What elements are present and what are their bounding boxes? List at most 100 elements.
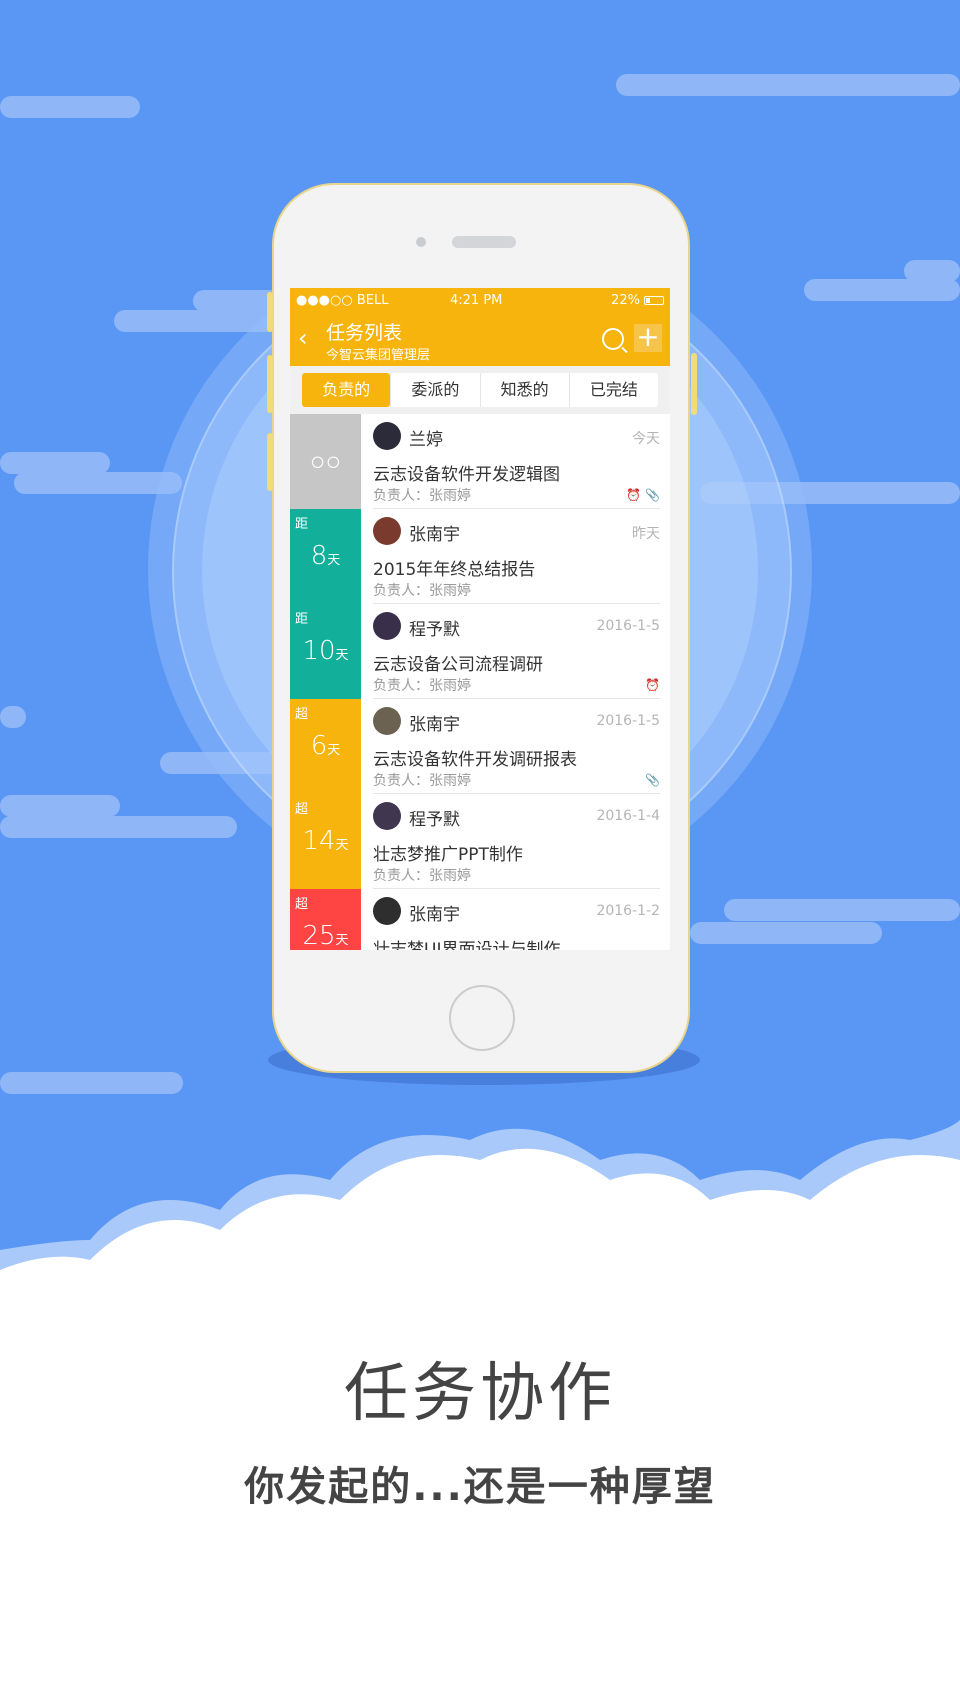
phone-side-button	[267, 355, 273, 413]
avatar	[373, 897, 401, 925]
back-icon[interactable]: ‹	[298, 326, 308, 350]
battery-percent: 22%	[611, 293, 640, 308]
tab-1[interactable]: 委派的	[390, 373, 479, 407]
task-body: 张南宇2016-1-2壮志梦UI界面设计与制作负责人：张雨婷	[361, 889, 670, 950]
assigner-name: 兰婷	[409, 430, 443, 450]
badge-value: 10	[302, 636, 336, 666]
tab-2[interactable]: 知悉的	[479, 373, 569, 407]
status-bar: ●●●○○ BELL 4:21 PM 22%	[290, 288, 670, 314]
badge-days: 6天	[290, 731, 361, 761]
task-row[interactable]: 超 6天 张南宇 2016-1-5 云志设备软件开发调研报表 负责人：张雨婷 📎	[290, 699, 670, 794]
assigner-name: 张南宇	[409, 525, 460, 545]
battery-icon	[644, 296, 664, 305]
phone-side-button	[267, 292, 273, 332]
deadline-badge: 距 8天	[290, 509, 361, 604]
cloud-streak	[0, 452, 110, 474]
assigner-name: 程予默	[409, 620, 460, 640]
assigner-name: 张南宇	[409, 905, 460, 925]
task-date: 昨天	[632, 526, 660, 542]
badge-value: 6	[310, 731, 328, 761]
task-body: 程予默 2016-1-5 云志设备公司流程调研负责人：张雨婷 ⏰	[361, 604, 670, 699]
carrier-label: ●●●○○ BELL	[296, 293, 389, 308]
task-owner: 负责人：张雨婷	[373, 678, 471, 694]
clock: 4:21 PM	[450, 293, 503, 308]
speaker	[452, 236, 516, 248]
task-row[interactable]: 距 8天 张南宇 昨天 2015年年终总结报告 负责人：张雨婷	[290, 509, 670, 604]
attachment-alarm-icon: 📎	[645, 773, 660, 787]
cloud-streak	[0, 816, 237, 838]
cloud-streak	[0, 706, 26, 728]
cloud-streak	[0, 795, 120, 817]
add-task-button[interactable]: +	[634, 323, 662, 352]
task-date: 2016-1-5	[596, 713, 660, 729]
deadline-badge: 超 14天	[290, 794, 361, 889]
badge-prefix: 距	[295, 517, 309, 532]
attachment-alarm-icon: ⏰ 📎	[626, 488, 660, 502]
badge-days: 25天	[290, 921, 361, 950]
badge-value: ○○	[309, 447, 342, 477]
task-owner: 负责人：张雨婷	[373, 488, 471, 504]
badge-value: 8	[310, 541, 328, 571]
badge-days: 10天	[290, 636, 361, 666]
deadline-badge: ○○	[290, 414, 361, 509]
badge-prefix: 距	[295, 612, 309, 627]
task-title: 云志设备软件开发调研报表	[373, 750, 577, 770]
search-icon[interactable]	[602, 328, 624, 350]
phone-side-button	[691, 353, 697, 415]
badge-days: ○○	[290, 446, 361, 477]
badge-prefix: 超	[295, 707, 309, 722]
task-row[interactable]: 超25天张南宇2016-1-2壮志梦UI界面设计与制作负责人：张雨婷	[290, 889, 670, 950]
cloud-streak	[724, 899, 960, 921]
task-date: 2016-1-5	[596, 618, 660, 634]
tagline: 你发起的...还是一种厚望	[244, 1464, 716, 1510]
assigner-name: 张南宇	[409, 715, 460, 735]
badge-prefix: 超	[295, 802, 309, 817]
tab-3[interactable]: 已完结	[568, 373, 658, 407]
task-body: 张南宇 昨天 2015年年终总结报告负责人：张雨婷	[361, 509, 670, 604]
task-owner: 负责人：张雨婷	[373, 868, 471, 884]
task-title: 云志设备软件开发逻辑图	[373, 465, 560, 485]
badge-days: 14天	[290, 826, 361, 856]
deadline-badge: 超 25天	[290, 889, 361, 950]
badge-unit: 天	[335, 648, 349, 663]
tab-0[interactable]: 负责的	[302, 373, 391, 407]
app-screen: ●●●○○ BELL 4:21 PM 22% ‹ 任务列表 今智云集团管理层 +…	[290, 288, 670, 950]
cloud-streak	[0, 96, 140, 118]
cloud-streak	[0, 1072, 183, 1094]
attachment-alarm-icon: ⏰	[645, 678, 660, 692]
phone-frame: ●●●○○ BELL 4:21 PM 22% ‹ 任务列表 今智云集团管理层 +…	[267, 183, 697, 1073]
badge-value: 25	[302, 921, 336, 950]
badge-unit: 天	[327, 553, 341, 568]
task-owner: 负责人：张雨婷	[373, 773, 471, 789]
task-title: 壮志梦UI界面设计与制作	[373, 940, 561, 950]
deadline-badge: 超 6天	[290, 699, 361, 794]
page-subtitle: 今智云集团管理层	[326, 348, 431, 363]
task-title: 2015年年终总结报告	[373, 560, 536, 580]
task-title: 云志设备公司流程调研	[373, 655, 543, 675]
badge-days: 8天	[290, 541, 361, 571]
task-row[interactable]: 超 14天 程予默 2016-1-4 壮志梦推广PPT制作 负责人：张雨婷	[290, 794, 670, 889]
badge-value: 14	[302, 826, 336, 856]
task-row[interactable]: ○○ 兰婷 今天云志设备软件开发逻辑图负责人：张雨婷 ⏰ 📎	[290, 414, 670, 509]
task-body: 张南宇 2016-1-5 云志设备软件开发调研报表负责人：张雨婷 📎	[361, 699, 670, 794]
phone-side-button	[267, 433, 273, 491]
task-date: 今天	[632, 431, 660, 447]
task-body: 程予默 2016-1-4 壮志梦推广PPT制作 负责人：张雨婷	[361, 794, 670, 889]
home-button[interactable]	[449, 985, 515, 1051]
tab-bar: 负责的 委派的 知悉的 已完结	[290, 366, 670, 414]
cloud-shapes	[0, 1120, 960, 1360]
task-title: 壮志梦推广PPT制作	[373, 845, 523, 865]
cloud-streak	[690, 922, 882, 944]
page-title: 任务列表	[326, 322, 403, 344]
badge-unit: 天	[327, 743, 341, 758]
headline: 任务协作	[344, 1357, 616, 1431]
assigner-name: 程予默	[409, 810, 460, 830]
cloud-streak	[616, 74, 960, 96]
nav-bar: ‹ 任务列表 今智云集团管理层 +	[290, 314, 670, 366]
task-row[interactable]: 距 10天 程予默 2016-1-5 云志设备公司流程调研负责人：张雨婷 ⏰	[290, 604, 670, 699]
avatar	[373, 422, 401, 450]
task-date: 2016-1-2	[596, 903, 660, 919]
task-body: 兰婷 今天云志设备软件开发逻辑图负责人：张雨婷 ⏰ 📎	[361, 414, 670, 509]
avatar	[373, 612, 401, 640]
task-owner: 负责人：张雨婷	[373, 583, 471, 599]
